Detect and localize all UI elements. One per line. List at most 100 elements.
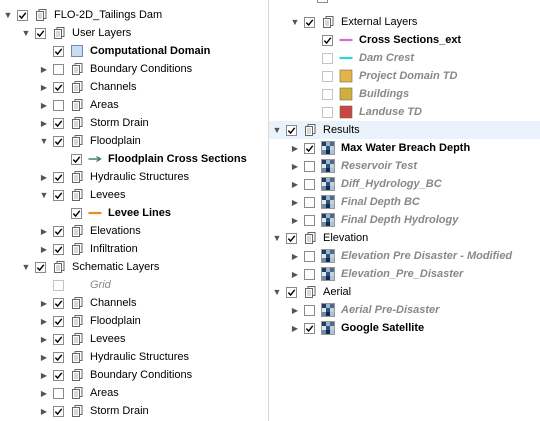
layer-visibility-checkbox[interactable] <box>53 369 64 381</box>
expand-arrow-icon[interactable]: ▶ <box>290 270 300 279</box>
layer-visibility-checkbox[interactable] <box>53 189 64 201</box>
clipped-checkbox[interactable] <box>317 0 328 3</box>
layer-visibility-checkbox[interactable] <box>53 351 64 363</box>
layer-visibility-checkbox[interactable] <box>322 52 333 64</box>
collapse-arrow-icon[interactable]: ▼ <box>272 233 282 243</box>
layer-row[interactable]: ▶ Final Depth Hydrology <box>269 211 540 229</box>
layer-visibility-checkbox[interactable] <box>322 70 333 82</box>
layer-row[interactable]: ▼ External Layers <box>269 13 540 31</box>
expand-arrow-icon[interactable]: ▶ <box>39 371 49 380</box>
collapse-arrow-icon[interactable]: ▼ <box>3 10 13 20</box>
layer-row[interactable]: ▶ Final Depth BC <box>269 193 540 211</box>
layer-row[interactable]: ▶ Elevation Pre Disaster - Modified <box>269 247 540 265</box>
layer-visibility-checkbox[interactable] <box>322 88 333 100</box>
layer-visibility-checkbox[interactable] <box>53 135 64 147</box>
layer-row[interactable]: ▶ Channels <box>0 294 268 312</box>
layer-visibility-checkbox[interactable] <box>35 261 46 273</box>
layer-row[interactable]: Levee Lines <box>0 204 268 222</box>
layer-row[interactable]: ▼ Results <box>269 121 540 139</box>
layer-visibility-checkbox[interactable] <box>17 9 28 21</box>
layer-visibility-checkbox[interactable] <box>304 268 315 280</box>
collapse-arrow-icon[interactable]: ▼ <box>39 190 49 200</box>
layer-visibility-checkbox[interactable] <box>304 142 315 154</box>
layer-visibility-checkbox[interactable] <box>53 225 64 237</box>
layer-visibility-checkbox[interactable] <box>53 117 64 129</box>
collapse-arrow-icon[interactable]: ▼ <box>39 136 49 146</box>
expand-arrow-icon[interactable]: ▶ <box>290 306 300 315</box>
expand-arrow-icon[interactable]: ▶ <box>39 101 49 110</box>
layer-visibility-checkbox[interactable] <box>53 387 64 399</box>
layer-row[interactable]: ▶ Reservoir Test <box>269 157 540 175</box>
expand-arrow-icon[interactable]: ▶ <box>290 198 300 207</box>
expand-arrow-icon[interactable]: ▶ <box>290 162 300 171</box>
layer-row[interactable]: ▶ Levees <box>0 330 268 348</box>
layer-row[interactable]: ▶ Max Water Breach Depth <box>269 139 540 157</box>
layer-row[interactable]: ▶ Channels <box>0 78 268 96</box>
collapse-arrow-icon[interactable]: ▼ <box>290 17 300 27</box>
layer-visibility-checkbox[interactable] <box>304 250 315 262</box>
layer-visibility-checkbox[interactable] <box>53 99 64 111</box>
layer-row[interactable]: ▶ Diff_Hydrology_BC <box>269 175 540 193</box>
expand-arrow-icon[interactable]: ▶ <box>39 335 49 344</box>
layer-visibility-checkbox[interactable] <box>322 106 333 118</box>
layer-row[interactable]: ▶ Aerial Pre-Disaster <box>269 301 540 319</box>
layer-visibility-checkbox[interactable] <box>71 207 82 219</box>
layer-row[interactable]: ▶ Boundary Conditions <box>0 366 268 384</box>
layer-visibility-checkbox[interactable] <box>286 232 297 244</box>
expand-arrow-icon[interactable]: ▶ <box>39 227 49 236</box>
expand-arrow-icon[interactable]: ▶ <box>39 245 49 254</box>
layer-visibility-checkbox[interactable] <box>53 333 64 345</box>
layer-row[interactable]: ▶ Boundary Conditions <box>0 60 268 78</box>
layer-row[interactable]: ▼ Aerial <box>269 283 540 301</box>
collapse-arrow-icon[interactable]: ▼ <box>272 125 282 135</box>
layer-visibility-checkbox[interactable] <box>53 63 64 75</box>
layer-row[interactable]: ▶ Floodplain <box>0 312 268 330</box>
layer-row[interactable]: ▶ Elevations <box>0 222 268 240</box>
layer-row[interactable]: Landuse TD <box>269 103 540 121</box>
layer-visibility-checkbox[interactable] <box>35 27 46 39</box>
layer-row[interactable]: ▶ Areas <box>0 96 268 114</box>
layer-visibility-checkbox[interactable] <box>53 297 64 309</box>
layer-visibility-checkbox[interactable] <box>53 315 64 327</box>
collapse-arrow-icon[interactable]: ▼ <box>21 262 31 272</box>
expand-arrow-icon[interactable]: ▶ <box>290 144 300 153</box>
layer-row[interactable]: Computational Domain <box>0 42 268 60</box>
expand-arrow-icon[interactable]: ▶ <box>39 173 49 182</box>
layer-row[interactable]: Cross Sections_ext <box>269 31 540 49</box>
layer-row[interactable]: Project Domain TD <box>269 67 540 85</box>
layer-row[interactable]: ▼ Levees <box>0 186 268 204</box>
layer-visibility-checkbox[interactable] <box>53 171 64 183</box>
layer-visibility-checkbox[interactable] <box>304 16 315 28</box>
expand-arrow-icon[interactable]: ▶ <box>290 324 300 333</box>
layer-visibility-checkbox[interactable] <box>304 160 315 172</box>
expand-arrow-icon[interactable]: ▶ <box>39 317 49 326</box>
expand-arrow-icon[interactable]: ▶ <box>39 119 49 128</box>
layer-visibility-checkbox[interactable] <box>304 178 315 190</box>
collapse-arrow-icon[interactable]: ▼ <box>21 28 31 38</box>
expand-arrow-icon[interactable]: ▶ <box>290 252 300 261</box>
expand-arrow-icon[interactable]: ▶ <box>290 180 300 189</box>
layer-row[interactable]: ▶ Hydraulic Structures <box>0 168 268 186</box>
layer-visibility-checkbox[interactable] <box>53 81 64 93</box>
layer-row[interactable]: Buildings <box>269 85 540 103</box>
layer-row[interactable]: ▼ User Layers <box>0 24 268 42</box>
layer-row[interactable]: ▶ Infiltration <box>0 240 268 258</box>
layer-row[interactable]: Floodplain Cross Sections <box>0 150 268 168</box>
layer-visibility-checkbox[interactable] <box>304 304 315 316</box>
layer-row[interactable]: ▶ Areas <box>0 384 268 402</box>
expand-arrow-icon[interactable]: ▶ <box>39 299 49 308</box>
layer-row[interactable]: ▼ Floodplain <box>0 132 268 150</box>
expand-arrow-icon[interactable]: ▶ <box>290 216 300 225</box>
expand-arrow-icon[interactable]: ▶ <box>39 353 49 362</box>
layer-visibility-checkbox[interactable] <box>71 153 82 165</box>
layer-visibility-checkbox[interactable] <box>304 322 315 334</box>
layer-visibility-checkbox[interactable] <box>322 34 333 46</box>
layer-row[interactable]: ▼ Elevation <box>269 229 540 247</box>
layer-row[interactable]: ▶ Google Satellite <box>269 319 540 337</box>
layer-row[interactable]: ▼ Schematic Layers <box>0 258 268 276</box>
layer-row[interactable]: ▶ Hydraulic Structures <box>0 348 268 366</box>
layer-row[interactable]: ▼ FLO-2D_Tailings Dam <box>0 6 268 24</box>
layer-visibility-checkbox[interactable] <box>53 45 64 57</box>
layer-visibility-checkbox[interactable] <box>53 279 64 291</box>
layer-visibility-checkbox[interactable] <box>286 124 297 136</box>
